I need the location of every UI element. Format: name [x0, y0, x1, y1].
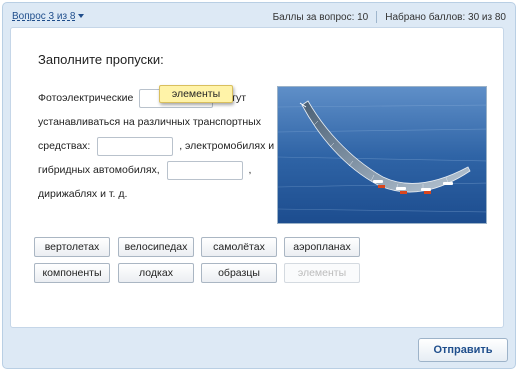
blank-input-2[interactable]	[97, 136, 174, 156]
word-tile[interactable]: самолётах	[201, 237, 277, 257]
question-text: Фотоэлектрические могут устанавливаться …	[38, 86, 278, 206]
solar-aircraft-illustration	[278, 87, 486, 223]
text-part: устанавливаться на различных транспортны…	[38, 116, 261, 128]
dragging-word-chip[interactable]: элементы	[159, 85, 233, 103]
word-tile[interactable]: велосипедах	[118, 237, 194, 257]
text-part: , электромобилях и	[179, 140, 275, 152]
word-tile[interactable]: вертолетах	[34, 237, 110, 257]
points-total: Набрано баллов: 30 из 80	[385, 11, 506, 23]
word-tile[interactable]: лодках	[118, 263, 194, 283]
question-navigator-label: Вопрос 3 из 8	[12, 11, 76, 22]
word-tile-used: элементы	[284, 263, 360, 283]
solar-aircraft-photo	[277, 86, 487, 224]
question-navigator[interactable]: Вопрос 3 из 8	[12, 11, 85, 22]
text-part: гибридных автомобилях,	[38, 164, 160, 176]
text-part: ,	[248, 164, 252, 176]
question-title: Заполните пропуски:	[38, 52, 164, 67]
score-stats: Баллы за вопрос: 10 Набрано баллов: 30 и…	[273, 11, 506, 23]
quiz-header: Вопрос 3 из 8 Баллы за вопрос: 10 Набран…	[3, 3, 515, 29]
text-part: Фотоэлектрические	[38, 92, 134, 104]
submit-button[interactable]: Отправить	[418, 338, 508, 362]
points-per-question: Баллы за вопрос: 10	[272, 11, 369, 23]
word-tile[interactable]: аэропланах	[284, 237, 360, 257]
chevron-down-icon	[78, 14, 85, 19]
divider	[376, 11, 378, 23]
text-part: средствах:	[38, 140, 91, 152]
word-tile[interactable]: образцы	[201, 263, 277, 283]
question-panel: Заполните пропуски: Фотоэлектрические мо…	[10, 27, 504, 328]
word-tile[interactable]: компоненты	[34, 263, 110, 283]
blank-input-3[interactable]	[166, 160, 243, 180]
text-part: дирижаблях и т. д.	[38, 188, 128, 200]
